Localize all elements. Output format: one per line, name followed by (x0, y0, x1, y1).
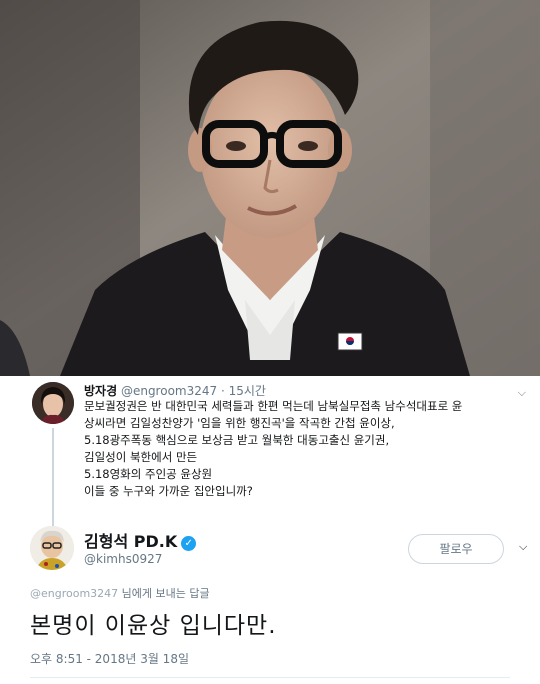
tweet-text-line: 5.18광주폭동 핵심으로 보상금 받고 월북한 대동고출신 윤기권, (84, 433, 390, 447)
tweet-header: 방자경 @engroom3247 · 15시간 (84, 382, 266, 399)
reply-display-name[interactable]: 김형석 PD.K ✓ (84, 528, 197, 552)
reply-tweet-text: 본명이 이윤상 입니다만. (30, 613, 277, 639)
original-tweet[interactable]: 방자경 @engroom3247 · 15시간 ⌵ 문보궐정권은 반 대한민국 … (0, 376, 540, 548)
reply-to-label: 님에게 보내는 답글 (118, 587, 210, 600)
tweet-text-line: 김일성이 북한에서 만든 (84, 450, 198, 464)
reply-user-avatar[interactable] (30, 526, 74, 570)
follow-button[interactable]: 팔로우 (408, 534, 504, 564)
avatar-image (30, 526, 74, 570)
reply-timestamp[interactable]: 오후 8:51 - 2018년 3월 18일 (30, 650, 189, 667)
reply-user-handle[interactable]: @kimhs0927 (84, 552, 162, 566)
user-handle[interactable]: @engroom3247 (121, 384, 217, 398)
user-avatar[interactable] (32, 382, 74, 424)
tweet-text: 문보궐정권은 반 대한민국 세력들과 한편 먹는데 남북실무접촉 남수석대표로 … (84, 398, 524, 500)
verified-badge-icon: ✓ (181, 536, 197, 551)
separator-dot: · (220, 384, 225, 398)
reply-to-mention[interactable]: @engroom3247 (30, 587, 118, 600)
display-name[interactable]: 김형석 PD.K (84, 532, 177, 551)
tweet-text-line: 5.18영화의 주인공 윤상원 (84, 467, 213, 481)
reply-context: @engroom3247 님에게 보내는 답글 (30, 585, 210, 601)
tweet-text-line: 상씨라면 김일성찬양가 '임을 위한 행진곡'을 작곡한 간첩 윤이상, (84, 416, 395, 430)
divider (30, 677, 510, 678)
avatar-image (32, 382, 74, 424)
chevron-down-icon[interactable]: ⌵ (519, 540, 527, 554)
news-photo (0, 0, 540, 376)
tweet-text-line: 이들 중 누구와 가까운 집안입니까? (84, 484, 253, 498)
display-name[interactable]: 방자경 (84, 384, 117, 398)
tweet-text-line: 문보궐정권은 반 대한민국 세력들과 한편 먹는데 남북실무접촉 남수석대표로 … (84, 399, 463, 413)
man-with-glasses-photo (0, 0, 540, 376)
tweet-timestamp[interactable]: 15시간 (229, 384, 266, 398)
